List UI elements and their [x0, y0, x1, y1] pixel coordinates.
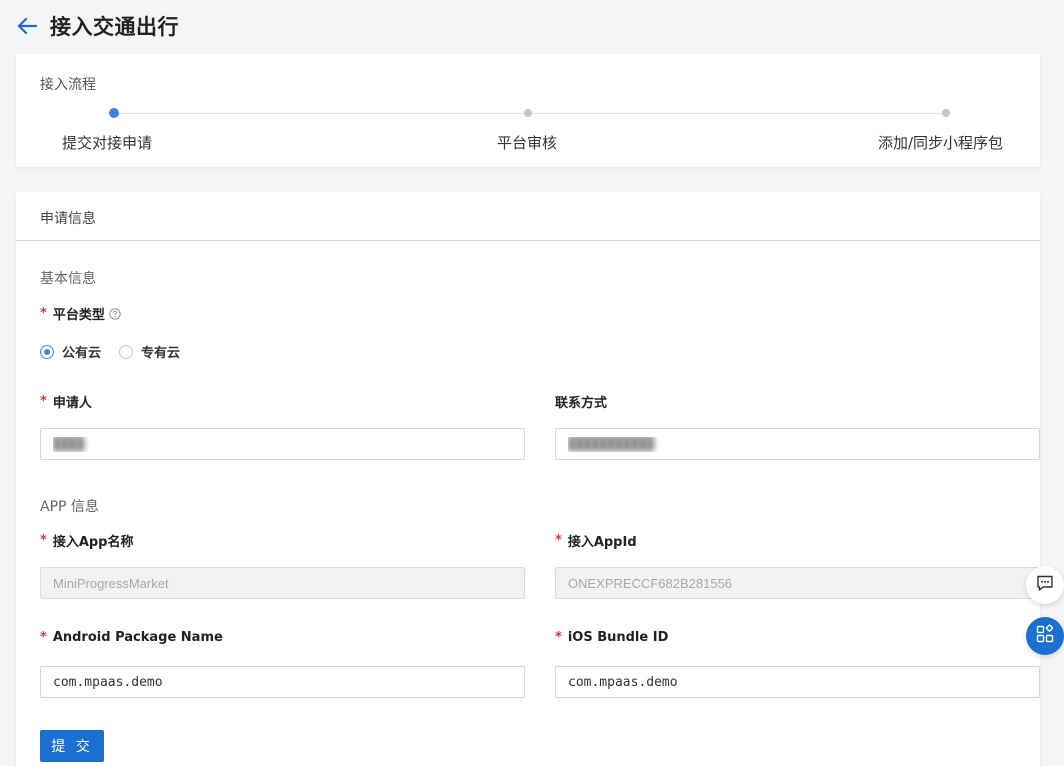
ios-bundle-input[interactable] — [555, 666, 1040, 698]
step-dot-review — [524, 109, 532, 117]
radio-private-cloud-label: 专有云 — [141, 346, 181, 361]
form-title: 申请信息 — [40, 211, 96, 227]
application-form-card: 申请信息 基本信息 * 平台类型 公有云 专有云 * 申请人 联系方式 ████… — [16, 192, 1040, 766]
platform-type-radio-group: 公有云 专有云 — [40, 342, 198, 361]
app-name-input — [40, 567, 525, 599]
app-id-label: * 接入AppId — [555, 531, 637, 550]
step-label-review: 平台审核 — [497, 134, 558, 152]
chat-bubble-icon — [1035, 573, 1055, 597]
required-mark: * — [40, 533, 47, 548]
apps-float-button[interactable] — [1026, 617, 1064, 655]
apps-grid-icon — [1035, 624, 1055, 648]
submit-button[interactable]: 提 交 — [40, 730, 104, 762]
required-mark: * — [40, 630, 47, 645]
app-name-label: * 接入App名称 — [40, 531, 134, 550]
back-arrow-icon[interactable] — [16, 15, 38, 37]
required-mark: * — [555, 630, 562, 645]
radio-public-cloud-label: 公有云 — [62, 346, 102, 361]
flow-card: 接入流程 提交对接申请 平台审核 添加/同步小程序包 — [16, 54, 1040, 167]
step-connector — [528, 113, 946, 114]
app-id-input — [555, 567, 1040, 599]
page-header: 接入交通出行 — [16, 8, 179, 44]
question-circle-icon[interactable] — [109, 307, 121, 320]
app-info-section-title: APP 信息 — [40, 499, 99, 515]
android-package-input[interactable] — [40, 666, 525, 698]
android-package-label-text: Android Package Name — [52, 630, 223, 645]
android-package-label: * Android Package Name — [40, 630, 223, 645]
contact-input[interactable] — [555, 428, 1040, 460]
required-mark: * — [40, 306, 47, 321]
step-label-submit: 提交对接申请 — [62, 134, 153, 152]
flow-title: 接入流程 — [40, 77, 96, 93]
radio-private-cloud[interactable]: 专有云 — [119, 342, 180, 361]
step-dot-sync — [942, 109, 950, 117]
required-mark: * — [555, 533, 562, 548]
platform-type-label: * 平台类型 — [40, 304, 121, 323]
ios-bundle-label: * iOS Bundle ID — [555, 630, 668, 645]
step-label-sync: 添加/同步小程序包 — [878, 134, 1004, 152]
chat-float-button[interactable] — [1026, 566, 1064, 604]
app-name-label-text: 接入App名称 — [52, 535, 134, 550]
platform-type-label-text: 平台类型 — [52, 308, 105, 323]
page-title: 接入交通出行 — [50, 15, 179, 39]
radio-circle-unchecked[interactable] — [119, 344, 134, 359]
radio-public-cloud[interactable]: 公有云 — [40, 342, 101, 361]
app-id-label-text: 接入AppId — [567, 535, 637, 550]
step-connector — [114, 113, 528, 114]
applicant-input[interactable] — [40, 428, 525, 460]
required-mark: * — [40, 394, 47, 409]
form-divider — [16, 240, 1040, 241]
contact-label: 联系方式 — [555, 392, 607, 411]
radio-circle-checked[interactable] — [40, 344, 54, 359]
ios-bundle-label-text: iOS Bundle ID — [567, 630, 669, 645]
basic-info-section-title: 基本信息 — [40, 271, 96, 287]
applicant-label-text: 申请人 — [52, 396, 92, 411]
applicant-label: * 申请人 — [40, 392, 92, 411]
contact-label-text: 联系方式 — [555, 396, 608, 411]
step-dot-submit — [109, 108, 119, 118]
